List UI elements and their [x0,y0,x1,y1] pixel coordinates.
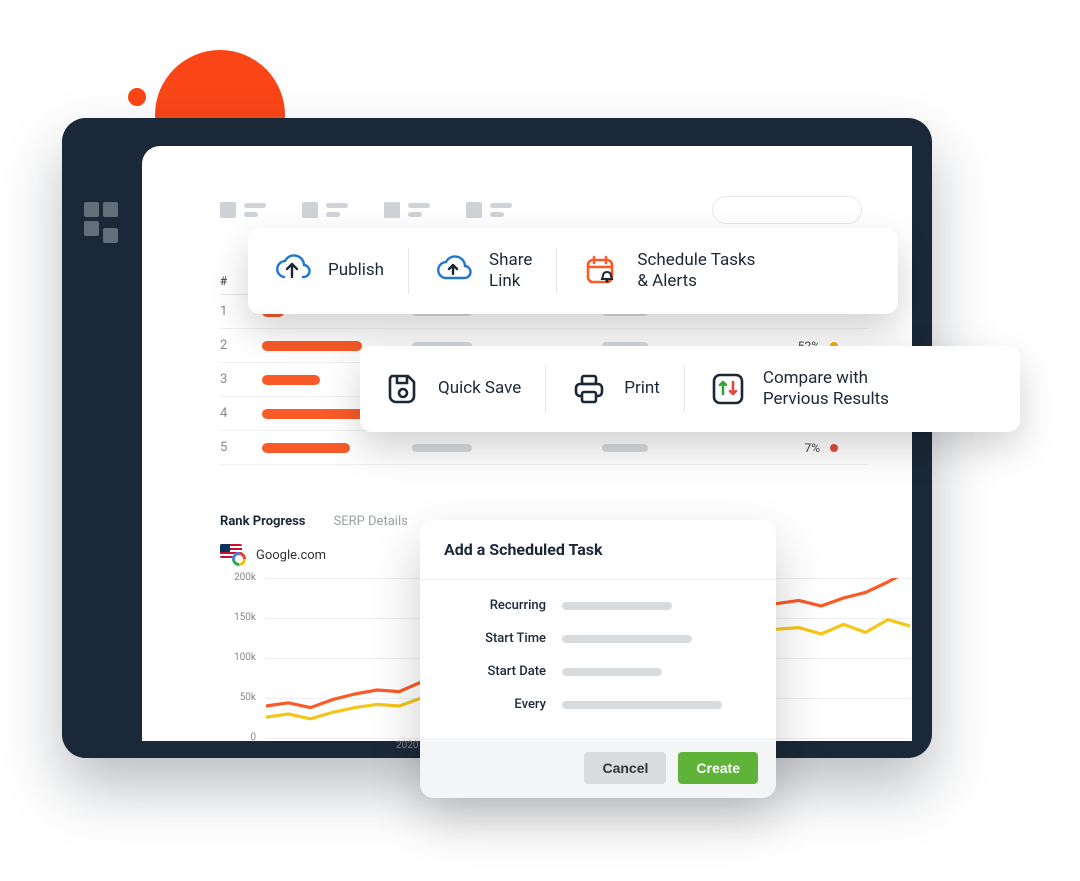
create-button[interactable]: Create [678,752,758,784]
cloud-share-icon [433,251,473,291]
search-skeleton [712,196,862,224]
field-every-label: Every [444,697,562,712]
table-row[interactable]: 57% [220,431,868,465]
compare-label: Compare with Pervious Results [763,368,889,411]
field-start-time-input[interactable] [562,635,692,643]
print-button[interactable]: Print [546,370,684,408]
decor-circle-small [128,88,146,106]
toolbar-skeleton [220,202,512,218]
tab-serp-details[interactable]: SERP Details [333,514,407,529]
save-icon [384,370,422,408]
field-start-date-input[interactable] [562,668,662,676]
publish-label: Publish [328,260,384,281]
field-start-date-label: Start Date [444,664,562,679]
schedule-button[interactable]: Schedule Tasks & Alerts [557,250,779,293]
google-icon [232,552,246,566]
sidebar [62,118,142,758]
print-icon [570,370,608,408]
cancel-button[interactable]: Cancel [584,752,666,784]
source-name: Google.com [256,548,326,563]
modal-title: Add a Scheduled Task [420,520,776,580]
field-start-time-label: Start Time [444,631,562,646]
field-every-input[interactable] [562,701,722,709]
tab-rank-progress[interactable]: Rank Progress [220,514,305,529]
compare-icon [709,370,747,408]
actions-toolbar-1: Publish Share Link Schedule Tasks & Aler… [248,228,898,314]
quick-save-button[interactable]: Quick Save [360,370,545,408]
cloud-upload-icon [272,251,312,291]
compare-button[interactable]: Compare with Pervious Results [685,368,913,411]
tabs: Rank Progress SERP Details [220,514,408,529]
actions-toolbar-2: Quick Save Print Compare with Pervious R… [360,346,1020,432]
field-recurring-input[interactable] [562,602,672,610]
save-label: Quick Save [438,378,521,399]
publish-button[interactable]: Publish [248,251,408,291]
schedule-label: Schedule Tasks & Alerts [637,250,755,293]
field-recurring-label: Recurring [444,598,562,613]
apps-icon[interactable] [84,202,118,236]
share-link-button[interactable]: Share Link [409,250,556,293]
print-label: Print [624,378,660,399]
scheduled-task-modal: Add a Scheduled Task Recurring Start Tim… [420,520,776,798]
search-source: Google.com [220,544,326,566]
calendar-bell-icon [581,251,621,291]
share-label: Share Link [489,250,532,293]
